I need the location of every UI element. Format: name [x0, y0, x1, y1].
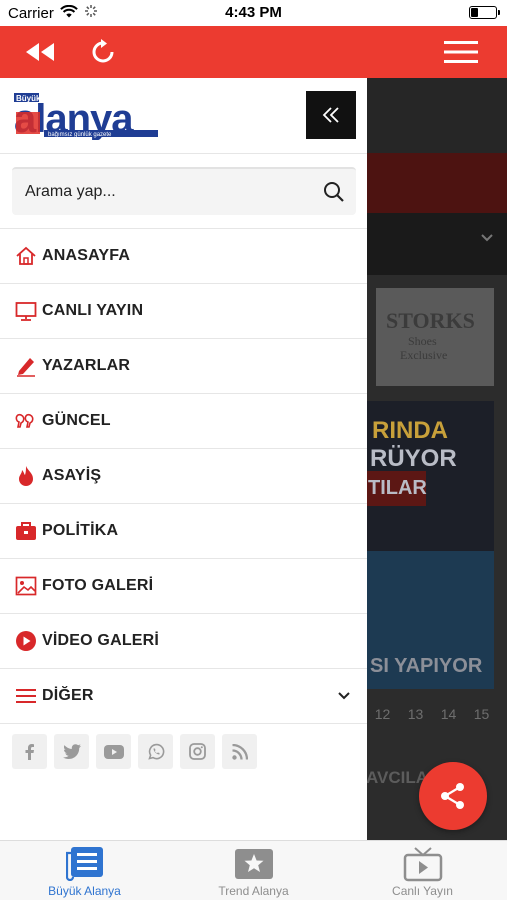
- menu-item-label: FOTO GALERİ: [42, 577, 154, 594]
- background-page: STORKS Shoes Exclusive RINDA RÜYOR TILAR…: [366, 78, 507, 840]
- menu-item-label: DİĞER: [42, 687, 94, 704]
- logo[interactable]: Büyük alanya bağımsız günlük gazete: [14, 90, 160, 141]
- youtube-icon[interactable]: [96, 734, 131, 769]
- search-input[interactable]: [12, 169, 312, 215]
- share-button[interactable]: [419, 762, 487, 830]
- home-icon: [14, 244, 38, 268]
- background-date-pager: 12 13 14 15: [374, 706, 490, 722]
- menu-item-label: ASAYİŞ: [42, 467, 102, 484]
- menu-item-label: CANLI YAYIN: [42, 302, 144, 319]
- battery-icon: [469, 6, 500, 19]
- drawer-menu: ANASAYFA CANLI YAYIN YAZARLAR GÜNCEL ASA…: [0, 228, 367, 724]
- whatsapp-icon[interactable]: [138, 734, 173, 769]
- quote-icon: [14, 409, 38, 433]
- tab-trend-alanya[interactable]: Trend Alanya: [169, 841, 338, 900]
- drawer-header: Büyük alanya bağımsız günlük gazete: [0, 78, 367, 154]
- tab-label: Büyük Alanya: [48, 884, 121, 898]
- background-bottom-text: AVCILA: [366, 768, 429, 787]
- pen-icon: [14, 354, 38, 378]
- social-links: [12, 734, 257, 769]
- collapse-drawer-button[interactable]: [306, 91, 356, 139]
- image-icon: [14, 574, 38, 598]
- menu-item-politika[interactable]: POLİTİKA: [0, 504, 367, 559]
- chevron-down-icon[interactable]: [337, 688, 351, 706]
- background-ad: STORKS Shoes Exclusive: [376, 288, 494, 386]
- news-icon: [65, 847, 104, 881]
- status-bar: Carrier 4:43 PM: [0, 0, 507, 26]
- menu-item-label: ANASAYFA: [42, 247, 131, 264]
- menu-item-label: POLİTİKA: [42, 522, 119, 539]
- rss-icon[interactable]: [222, 734, 257, 769]
- side-drawer: Büyük alanya bağımsız günlük gazete ANAS…: [0, 78, 367, 840]
- tv-icon: [403, 847, 443, 882]
- chevron-down-icon: [480, 230, 494, 248]
- menu-item-video-galeri[interactable]: VİDEO GALERİ: [0, 614, 367, 669]
- rewind-icon[interactable]: [18, 26, 62, 78]
- fire-icon: [14, 464, 38, 488]
- refresh-icon[interactable]: [84, 26, 122, 78]
- logo-tagline: bağımsız günlük gazete: [48, 132, 112, 138]
- background-headline-image: RINDA RÜYOR TILAR SI YAPIYOR: [366, 401, 494, 689]
- search-box: [12, 167, 356, 215]
- hamburger-menu-icon[interactable]: [440, 26, 482, 78]
- menu-item-label: YAZARLAR: [42, 357, 131, 374]
- app-toolbar: [0, 26, 507, 78]
- search-icon[interactable]: [312, 170, 356, 214]
- menu-item-canli-yayin[interactable]: CANLI YAYIN: [0, 284, 367, 339]
- menu-item-asayis[interactable]: ASAYİŞ: [0, 449, 367, 504]
- share-icon: [441, 783, 464, 809]
- tab-label: Trend Alanya: [218, 884, 289, 898]
- menu-item-diger[interactable]: DİĞER: [0, 669, 367, 724]
- menu-item-label: GÜNCEL: [42, 412, 111, 429]
- tab-buyuk-alanya[interactable]: Büyük Alanya: [0, 841, 169, 900]
- twitter-icon[interactable]: [54, 734, 89, 769]
- menu-item-label: VİDEO GALERİ: [42, 632, 160, 649]
- monitor-icon: [14, 299, 38, 323]
- menu-item-anasayfa[interactable]: ANASAYFA: [0, 229, 367, 284]
- facebook-icon[interactable]: [12, 734, 47, 769]
- play-circle-icon: [14, 629, 38, 653]
- double-chevron-left-icon: [322, 107, 339, 123]
- bottom-tab-bar: Büyük Alanya Trend Alanya Canlı Yayın: [0, 840, 507, 900]
- menu-item-yazarlar[interactable]: YAZARLAR: [0, 339, 367, 394]
- status-time: 4:43 PM: [225, 4, 282, 21]
- list-icon: [14, 684, 38, 708]
- menu-item-foto-galeri[interactable]: FOTO GALERİ: [0, 559, 367, 614]
- briefcase-icon: [14, 519, 38, 543]
- instagram-icon[interactable]: [180, 734, 215, 769]
- menu-item-guncel[interactable]: GÜNCEL: [0, 394, 367, 449]
- tab-canli-yayin[interactable]: Canlı Yayın: [338, 841, 507, 900]
- tab-label: Canlı Yayın: [392, 884, 453, 898]
- star-tv-icon: [234, 847, 273, 881]
